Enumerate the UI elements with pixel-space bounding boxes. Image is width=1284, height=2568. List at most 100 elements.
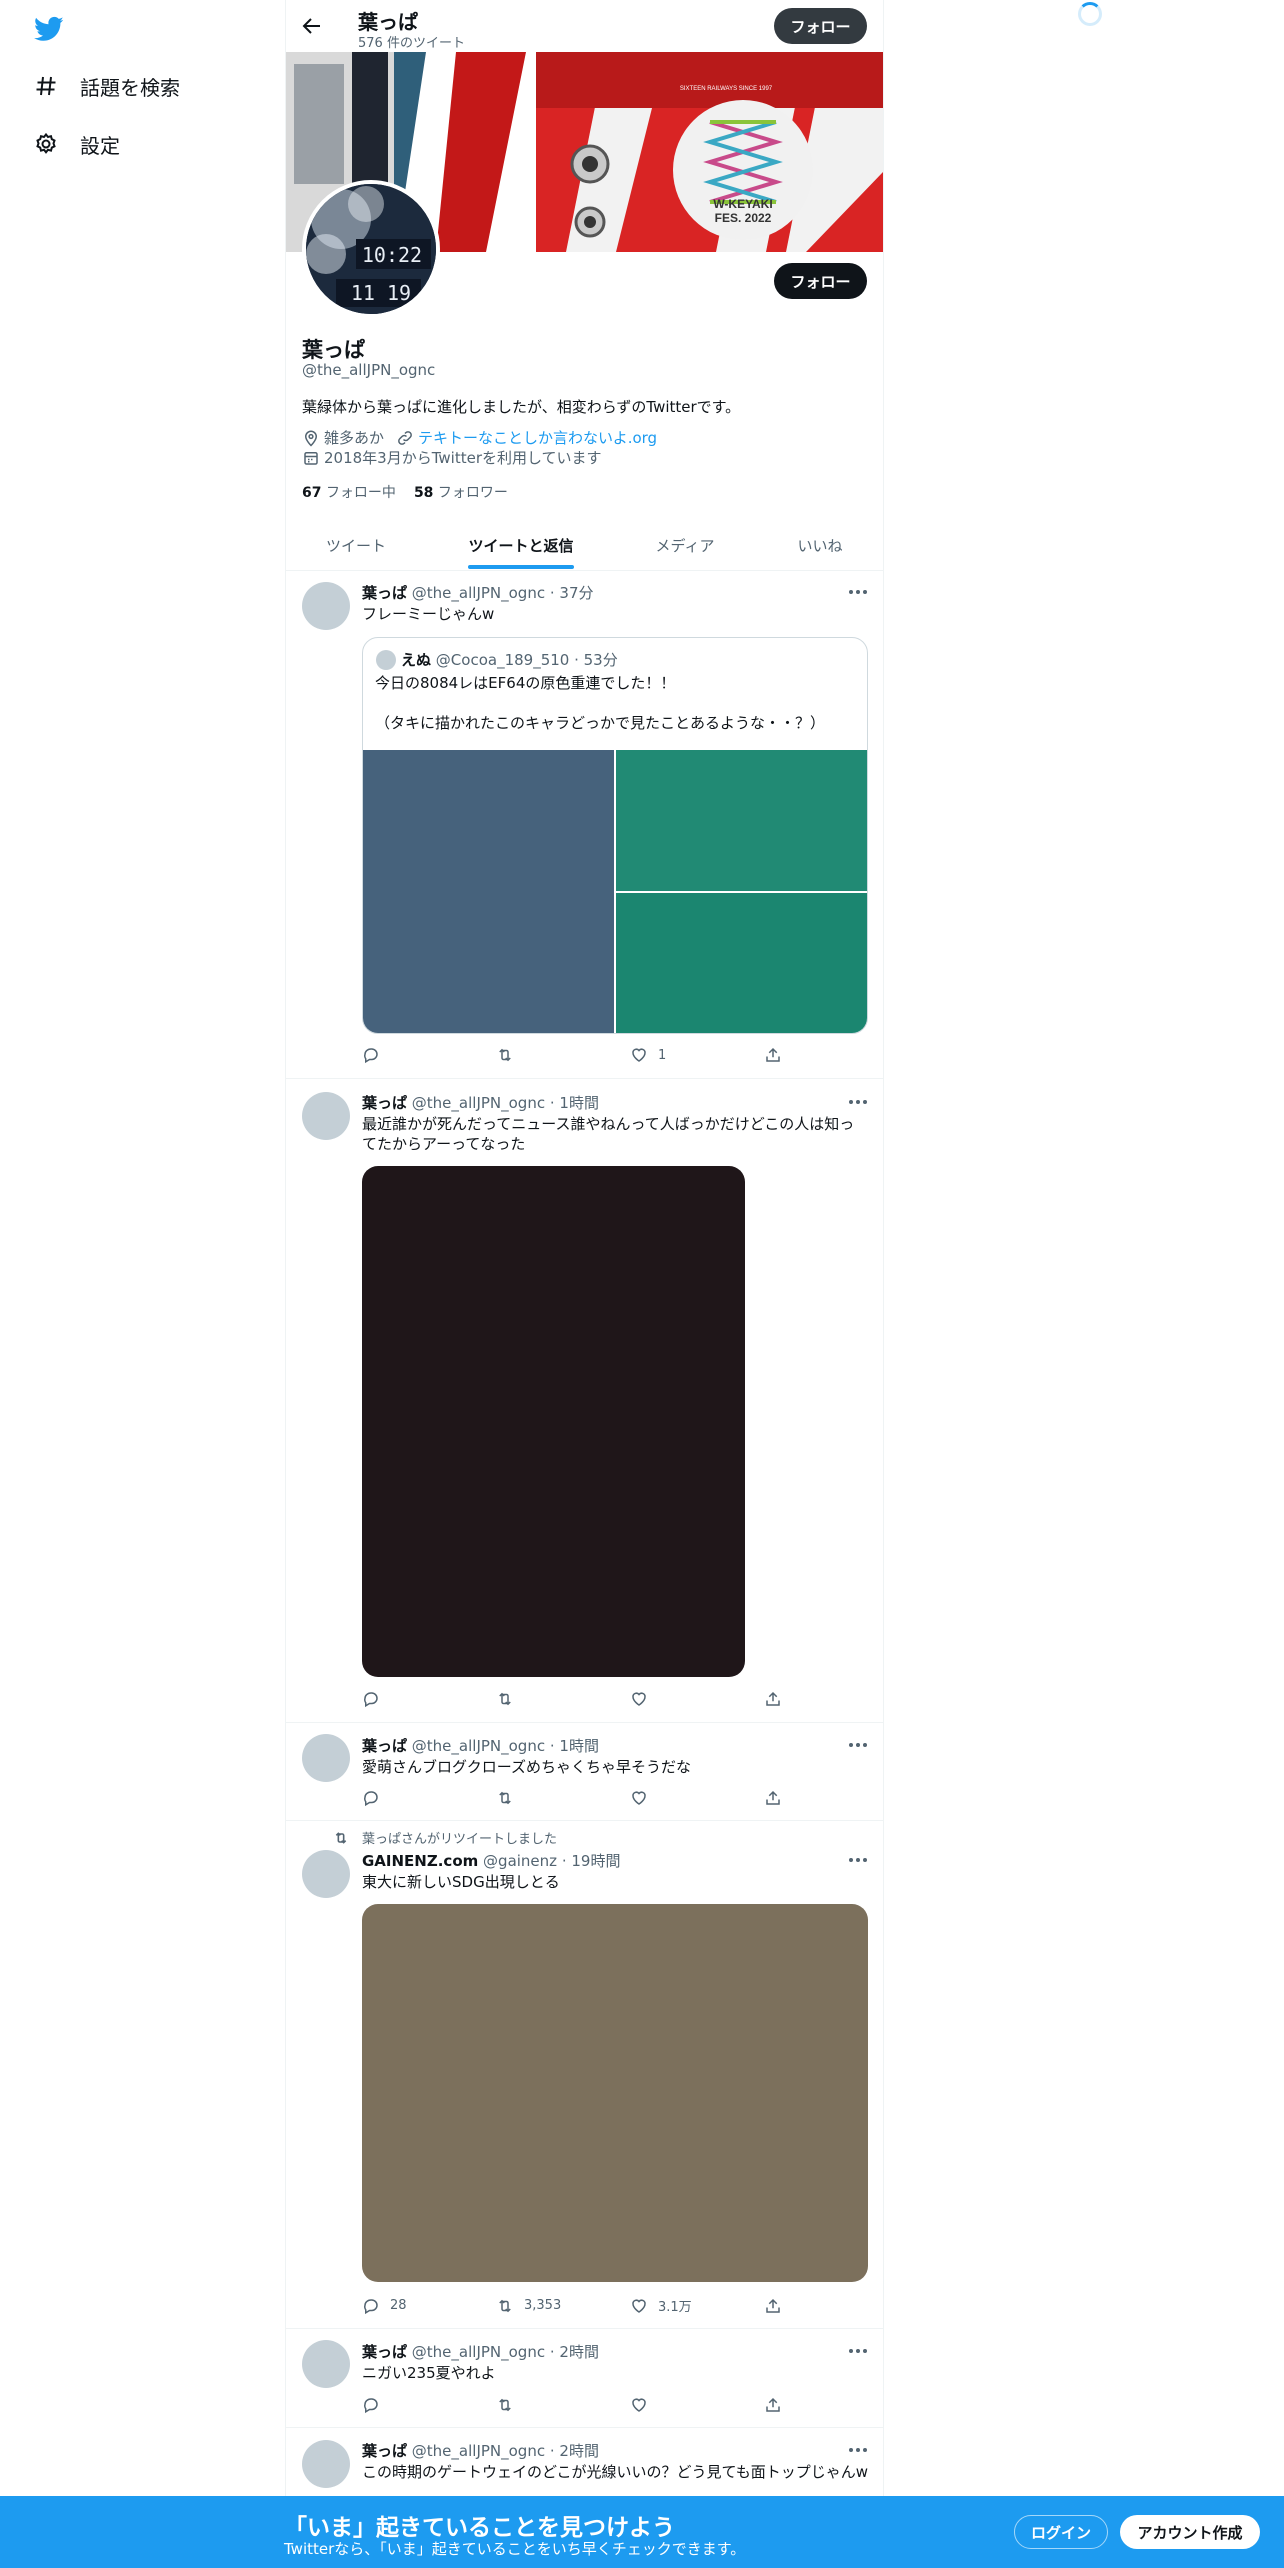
retweet-icon xyxy=(496,2297,514,2315)
profile-location-text: 雑多あか xyxy=(324,429,385,447)
heart-icon xyxy=(630,1690,648,1708)
tweet-media[interactable] xyxy=(362,1904,868,2282)
tweet-text: 愛萌さんブログクローズめちゃくちゃ早そうだな xyxy=(362,1758,691,1776)
quote-image-3[interactable] xyxy=(616,893,867,1033)
like-button[interactable] xyxy=(630,1789,764,1807)
svg-text:10:22: 10:22 xyxy=(362,243,422,267)
tab-tweets-and-replies[interactable]: ツイートと返信 xyxy=(440,520,602,570)
profile-website[interactable]: テキトーなことしか言わないよ.org xyxy=(396,427,657,448)
share-button[interactable] xyxy=(764,2396,782,2414)
signup-button[interactable]: アカウント作成 xyxy=(1120,2515,1260,2549)
share-button[interactable] xyxy=(764,1690,782,1708)
tweet-time[interactable]: 37分 xyxy=(559,584,593,602)
profile-website-link[interactable]: テキトーなことしか言わないよ.org xyxy=(418,427,657,448)
back-arrow-icon[interactable] xyxy=(300,14,324,38)
tweet-media[interactable] xyxy=(362,1166,745,1677)
nav-explore[interactable]: 話題を検索 xyxy=(34,66,180,106)
profile-joined-text: 2018年3月からTwitterを利用しています xyxy=(324,449,602,467)
tweet-avatar[interactable] xyxy=(302,2440,350,2488)
login-button[interactable]: ログイン xyxy=(1014,2515,1108,2549)
tweet-avatar[interactable] xyxy=(302,2340,350,2388)
tweet-text: 東大に新しいSDG出現しとる xyxy=(362,1873,560,1891)
tweet-time[interactable]: 19時間 xyxy=(571,1852,620,1870)
tweet-text: ニガい235夏やれよ xyxy=(362,2364,496,2382)
reply-button[interactable] xyxy=(362,1690,496,1708)
nav-settings[interactable]: 設定 xyxy=(34,124,120,164)
location-pin-icon xyxy=(302,429,320,447)
tweet-author-name[interactable]: 葉っぱ xyxy=(362,1094,407,1112)
followers-link[interactable]: 58 フォロワー xyxy=(414,482,508,502)
quote-image-2[interactable] xyxy=(616,750,867,891)
tweet-avatar[interactable] xyxy=(302,582,350,630)
quoted-tweet[interactable]: えぬ @Cocoa_189_510 · 53分 今日の8084レはEF64の原色… xyxy=(362,637,868,1034)
tweet-author-handle[interactable]: @gainenz xyxy=(483,1852,557,1870)
more-icon[interactable] xyxy=(848,1742,868,1748)
share-button[interactable] xyxy=(764,1046,782,1064)
retweeted-by-label[interactable]: 葉っぱさんがリツイートしました xyxy=(362,1828,557,1847)
reply-icon xyxy=(362,2297,380,2315)
tweet-time[interactable]: 2時間 xyxy=(559,2442,599,2460)
retweet-button[interactable] xyxy=(496,1789,630,1807)
tweet-avatar[interactable] xyxy=(302,1850,350,1898)
tweet-avatar[interactable] xyxy=(302,1734,350,1782)
like-button[interactable] xyxy=(630,2396,764,2414)
quote-image-1[interactable] xyxy=(363,750,614,1033)
twitter-logo-icon[interactable] xyxy=(32,14,66,44)
reply-button[interactable] xyxy=(362,2396,496,2414)
hashtag-icon xyxy=(34,74,58,98)
tweet-author-handle[interactable]: @the_allJPN_ognc xyxy=(412,584,545,602)
tweet-avatar[interactable] xyxy=(302,1092,350,1140)
tweet-author-handle[interactable]: @the_allJPN_ognc xyxy=(412,2343,545,2361)
reply-icon xyxy=(362,1046,380,1064)
tweet-divider xyxy=(286,1820,883,1821)
following-link[interactable]: 67 フォロー中 xyxy=(302,482,396,502)
like-button[interactable] xyxy=(630,1690,764,1708)
profile-bio: 葉緑体から葉っぱに進化しましたが、相変わらずのTwitterです。 xyxy=(302,398,741,416)
heart-icon xyxy=(630,1789,648,1807)
tab-likes[interactable]: いいね xyxy=(752,520,888,570)
reply-icon xyxy=(362,2396,380,2414)
tab-media[interactable]: メディア xyxy=(614,520,756,570)
quote-header: えぬ @Cocoa_189_510 · 53分 xyxy=(401,651,618,669)
like-button[interactable]: 1 xyxy=(630,1046,764,1064)
tweet-header: 葉っぱ @the_allJPN_ognc · 2時間 xyxy=(362,2343,599,2361)
more-icon[interactable] xyxy=(848,2447,868,2453)
reply-button[interactable] xyxy=(362,1789,496,1807)
profile-joined: 2018年3月からTwitterを利用しています xyxy=(302,447,602,468)
more-icon[interactable] xyxy=(848,2348,868,2354)
tweet-time[interactable]: 1時間 xyxy=(559,1737,599,1755)
like-button[interactable]: 3.1万 xyxy=(630,2296,764,2315)
reply-button[interactable] xyxy=(362,1046,496,1064)
retweet-button[interactable] xyxy=(496,2396,630,2414)
tweet-author-handle[interactable]: @the_allJPN_ognc xyxy=(412,1094,545,1112)
retweet-button[interactable] xyxy=(496,1690,630,1708)
tweet-time[interactable]: 2時間 xyxy=(559,2343,599,2361)
reply-button[interactable]: 28 xyxy=(362,2297,496,2315)
quote-text-line2: （タキに描かれたこのキャラどっかで見たことあるような・・？） xyxy=(375,714,826,732)
share-icon xyxy=(764,2396,782,2414)
tweet-author-handle[interactable]: @the_allJPN_ognc xyxy=(412,2442,545,2460)
tweet-text: この時期のゲートウェイのどこが光線いいの？どう見ても面トップじゃんw xyxy=(362,2463,869,2481)
share-button[interactable] xyxy=(764,1789,782,1807)
tweet-author-name[interactable]: GAINENZ.com xyxy=(362,1852,478,1870)
following-count: 67 xyxy=(302,485,322,501)
header-follow-button[interactable]: フォロー xyxy=(774,8,867,44)
tweet-author-name[interactable]: 葉っぱ xyxy=(362,2442,407,2460)
profile-follow-button[interactable]: フォロー xyxy=(774,263,867,299)
tweet-author-name[interactable]: 葉っぱ xyxy=(362,584,407,602)
retweet-button[interactable] xyxy=(496,1046,630,1064)
share-button[interactable] xyxy=(764,2297,782,2315)
signup-banner-title: 「いま」起きていることを見つけよう xyxy=(284,2515,675,2541)
tweet-author-name[interactable]: 葉っぱ xyxy=(362,1737,407,1755)
share-icon xyxy=(764,1046,782,1064)
more-icon[interactable] xyxy=(848,1857,868,1863)
tweet-author-name[interactable]: 葉っぱ xyxy=(362,2343,407,2361)
tweet-time[interactable]: 1時間 xyxy=(559,1094,599,1112)
tab-tweets[interactable]: ツイート xyxy=(286,520,426,570)
more-icon[interactable] xyxy=(848,1099,868,1105)
more-icon[interactable] xyxy=(848,589,868,595)
retweet-button[interactable]: 3,353 xyxy=(496,2297,630,2315)
profile-avatar[interactable]: 10:22 11 19 xyxy=(302,180,440,318)
tweet-author-handle[interactable]: @the_allJPN_ognc xyxy=(412,1737,545,1755)
tweet-actions: 1 xyxy=(362,1046,802,1064)
